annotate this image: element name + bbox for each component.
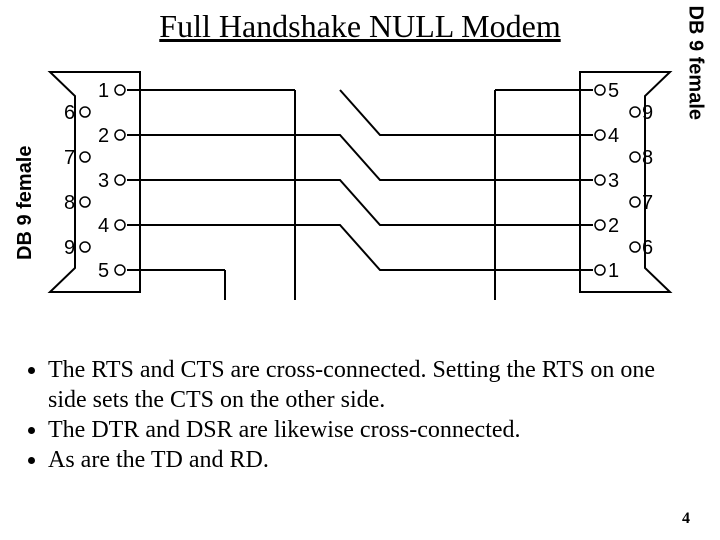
- bullet-item: The RTS and CTS are cross-connected. Set…: [48, 355, 690, 415]
- bullet-list: The RTS and CTS are cross-connected. Set…: [30, 355, 690, 475]
- page-number: 4: [682, 510, 690, 528]
- wiring-svg: [20, 60, 700, 340]
- bullet-item: As are the TD and RD.: [48, 445, 690, 475]
- slide-title: Full Handshake NULL Modem: [0, 8, 720, 45]
- bullet-item: The DTR and DSR are likewise cross-conne…: [48, 415, 690, 445]
- null-modem-diagram: DB 9 female DB 9 female 1 2 3 4 5 6 7 8 …: [20, 60, 700, 340]
